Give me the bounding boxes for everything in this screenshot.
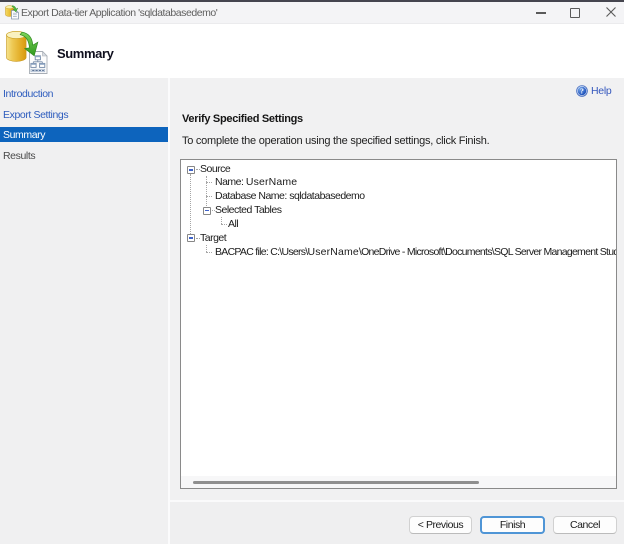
svg-text:?: ? bbox=[580, 87, 584, 96]
